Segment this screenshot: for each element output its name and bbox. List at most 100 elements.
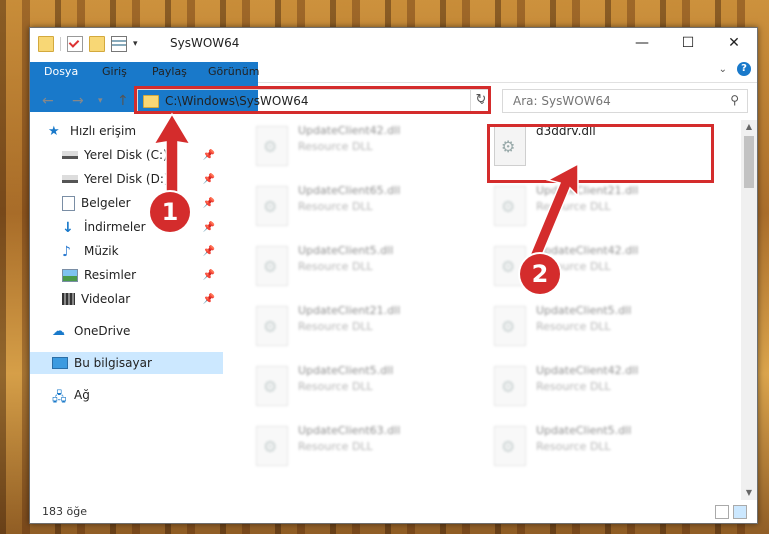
sidebar-item-music[interactable]: ♪ Müzik 📌 (62, 240, 223, 262)
pictures-icon (62, 268, 78, 282)
file-name: UpdateClient42.dll (298, 124, 401, 137)
tab-home[interactable]: Giriş (92, 62, 137, 82)
sidebar-item-network[interactable]: 🖧 Ağ (52, 384, 223, 406)
sidebar-item-videos[interactable]: Videolar 📌 (62, 288, 223, 310)
downloads-icon: ↓ (62, 220, 74, 236)
sidebar-item-onedrive[interactable]: ☁ OneDrive (52, 320, 223, 342)
scroll-up-icon[interactable]: ▲ (741, 120, 757, 134)
sidebar-item-label: Resimler (84, 268, 137, 282)
view-switcher (715, 505, 747, 519)
title-bar: ▾ SysWOW64 — ☐ ✕ (30, 28, 757, 60)
dll-file-icon (256, 306, 288, 346)
file-item[interactable]: UpdateClient5.dll Resource DLL (488, 422, 688, 472)
window-controls: — ☐ ✕ (619, 28, 757, 58)
drive-icon (62, 175, 78, 183)
star-icon: ★ (48, 124, 60, 139)
file-type: Resource DLL (298, 440, 373, 453)
close-button[interactable]: ✕ (711, 28, 757, 58)
dll-file-icon (494, 366, 526, 406)
status-bar: 183 öğe (30, 501, 757, 523)
scroll-down-icon[interactable]: ▼ (741, 486, 757, 500)
back-arrow-icon[interactable]: ← (42, 93, 54, 109)
ribbon-right-controls: ⌄ ? (719, 62, 751, 76)
dll-file-icon (256, 426, 288, 466)
computer-icon (52, 357, 68, 369)
search-box[interactable]: ⚲ (502, 89, 748, 113)
file-name: UpdateClient5.dll (536, 424, 632, 437)
window-title: SysWOW64 (170, 36, 240, 50)
tab-share[interactable]: Paylaş (142, 62, 197, 82)
music-icon: ♪ (62, 244, 71, 260)
dll-file-icon (494, 306, 526, 346)
new-folder-icon[interactable] (89, 36, 105, 52)
maximize-button[interactable]: ☐ (665, 28, 711, 58)
sidebar-item-label: Bu bilgisayar (74, 356, 152, 370)
minimize-button[interactable]: — (619, 28, 665, 58)
sidebar-item-pictures[interactable]: Resimler 📌 (62, 264, 223, 286)
file-name: UpdateClient65.dll (298, 184, 401, 197)
up-arrow-icon[interactable]: ↑ (117, 93, 129, 109)
file-type: Resource DLL (536, 320, 611, 333)
file-item[interactable]: UpdateClient21.dll Resource DLL (250, 302, 450, 352)
file-type: Resource DLL (298, 380, 373, 393)
cloud-icon: ☁ (52, 324, 65, 339)
file-name: UpdateClient5.dll (536, 304, 632, 317)
sidebar-item-this-pc[interactable]: Bu bilgisayar (30, 352, 223, 374)
file-type: Resource DLL (298, 320, 373, 333)
videos-icon (62, 293, 75, 305)
quick-access-toolbar: ▾ (38, 36, 138, 52)
file-item[interactable]: UpdateClient65.dll Resource DLL (250, 182, 450, 232)
tab-view[interactable]: Görünüm (198, 62, 269, 82)
drive-icon (62, 151, 78, 159)
sidebar-item-label: İndirmeler (84, 220, 146, 234)
file-item[interactable]: UpdateClient42.dll Resource DLL (488, 362, 688, 412)
file-item[interactable]: UpdateClient5.dll Resource DLL (250, 362, 450, 412)
sidebar-item-label: Müzik (84, 244, 119, 258)
dll-file-icon (494, 186, 526, 226)
sidebar-item-label: Belgeler (81, 196, 131, 210)
file-name: UpdateClient42.dll (536, 364, 639, 377)
search-input[interactable] (511, 93, 715, 109)
address-bar-highlight (134, 86, 491, 114)
step-marker-1: 1 (150, 192, 190, 232)
file-type: Resource DLL (298, 140, 373, 153)
step-marker-2: 2 (520, 254, 560, 294)
properties-icon[interactable] (111, 36, 127, 52)
dll-file-icon (256, 126, 288, 166)
recent-locations-chevron-icon[interactable]: ▾ (98, 96, 103, 106)
file-item[interactable]: UpdateClient5.dll Resource DLL (488, 302, 688, 352)
file-name: UpdateClient5.dll (298, 364, 394, 377)
file-item[interactable]: UpdateClient5.dll Resource DLL (250, 242, 450, 292)
dll-file-icon (256, 186, 288, 226)
large-icons-view-icon[interactable] (733, 505, 747, 519)
sidebar-item-label: Ağ (74, 388, 90, 402)
customize-toolbar-dropdown-icon[interactable]: ▾ (133, 39, 138, 49)
pin-icon[interactable]: 📌 (203, 294, 215, 305)
file-item[interactable]: UpdateClient42.dll Resource DLL (250, 122, 450, 172)
pin-icon[interactable]: 📌 (203, 270, 215, 281)
ribbon-tabs: Dosya Giriş Paylaş Görünüm ⌄ ? (30, 60, 757, 112)
dll-file-icon (256, 246, 288, 286)
scrollbar-thumb[interactable] (744, 136, 754, 188)
file-type: Resource DLL (298, 200, 373, 213)
details-view-icon[interactable] (715, 505, 729, 519)
file-type: Resource DLL (536, 440, 611, 453)
forward-arrow-icon[interactable]: → (72, 93, 84, 109)
pin-icon[interactable]: 📌 (203, 246, 215, 257)
expand-ribbon-icon[interactable]: ⌄ (719, 64, 727, 75)
help-icon[interactable]: ? (737, 62, 751, 76)
item-count: 183 öğe (42, 505, 87, 518)
sidebar-item-label: Videolar (81, 292, 131, 306)
file-highlight (487, 124, 714, 183)
file-name: UpdateClient21.dll (298, 304, 401, 317)
vertical-scrollbar[interactable]: ▲ ▼ (741, 120, 757, 500)
sidebar-item-label: OneDrive (74, 324, 131, 338)
search-icon[interactable]: ⚲ (730, 93, 739, 107)
properties-check-icon[interactable] (67, 36, 83, 52)
pin-icon[interactable]: 📌 (203, 222, 215, 233)
documents-icon (62, 195, 75, 211)
file-type: Resource DLL (536, 380, 611, 393)
file-item[interactable]: UpdateClient63.dll Resource DLL (250, 422, 450, 472)
file-type: Resource DLL (298, 260, 373, 273)
network-icon: 🖧 (52, 390, 67, 405)
